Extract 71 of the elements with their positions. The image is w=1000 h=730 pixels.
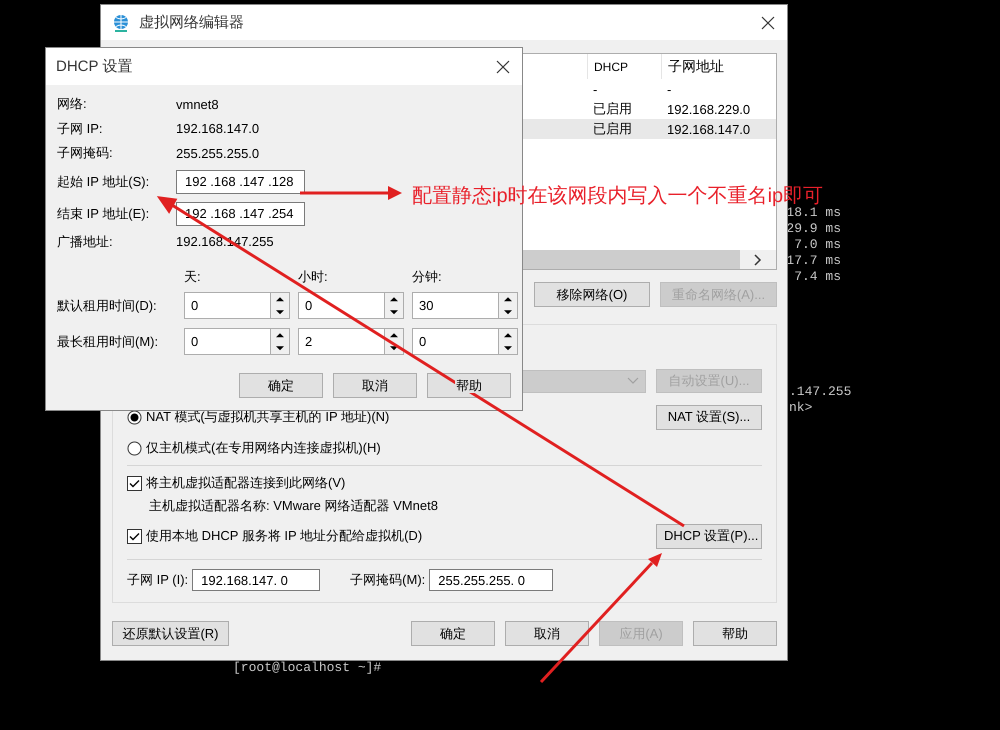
radio-button[interactable] [127, 410, 142, 424]
column-header[interactable]: DHCP [594, 60, 628, 74]
field-value: vmnet8 [176, 96, 219, 112]
number-field[interactable]: 0 [298, 292, 404, 319]
table-cell: - [667, 82, 672, 96]
ip-field[interactable]: 192 .168 .147 .128 [176, 170, 305, 194]
column-label: 分钟: [412, 268, 443, 286]
horizontal-scrollbar[interactable] [521, 250, 776, 269]
table-cell: 已启用 [593, 121, 632, 136]
field-label: 子网掩码(M): [350, 571, 426, 589]
mask-field[interactable]: 255.255.255. 0 [429, 569, 554, 591]
terminal-text: 7.0 ms [794, 237, 841, 253]
table-row[interactable]: - - [521, 79, 776, 99]
number-field[interactable]: 2 [298, 328, 404, 355]
button[interactable]: 取消 [505, 621, 589, 646]
field-label: 网络: [57, 95, 88, 114]
table-cell: 已启用 [593, 101, 632, 116]
column-header[interactable]: 子网地址 [668, 58, 724, 74]
button[interactable]: NAT 设置(S)... [656, 404, 762, 430]
checkbox-label[interactable]: 将主机虚拟适配器连接到此网络(V) [146, 474, 346, 492]
terminal-prompt: [root@localhost ~]# [233, 661, 382, 675]
column-label: 天: [184, 268, 202, 286]
table-cell: 192.168.147.0 [667, 122, 750, 136]
field-label: 默认租用时间(D): [57, 296, 158, 314]
terminal-text: .147.255 [789, 384, 852, 400]
window-title: DHCP 设置 [56, 57, 134, 76]
adapter-name-text: 主机虚拟适配器名称: VMware 网络适配器 VMnet8 [148, 498, 439, 514]
checkbox[interactable] [127, 476, 142, 490]
window-title: 虚拟网络编辑器 [139, 13, 245, 32]
globe-icon [111, 12, 131, 32]
chevron-right-icon[interactable] [754, 254, 762, 266]
field-label: 最长租用时间(M): [57, 332, 160, 350]
button[interactable]: 取消 [333, 373, 417, 398]
terminal-text: 17.7 ms [786, 253, 841, 269]
checkbox-label[interactable]: 使用本地 DHCP 服务将 IP 地址分配给虚拟机(D) [146, 527, 422, 545]
table-cell: - [593, 82, 598, 96]
button[interactable]: 移除网络(O) [534, 282, 650, 307]
button[interactable]: DHCP 设置(P)... [656, 524, 762, 548]
chevron-down-icon [627, 377, 639, 385]
checkbox[interactable] [127, 528, 142, 544]
button[interactable]: 还原默认设置(R) [112, 621, 229, 646]
terminal-text: nk> [789, 400, 812, 416]
table-row[interactable]: 已启用 192.168.229.0 [521, 99, 776, 119]
button[interactable]: 确定 [411, 621, 495, 646]
field-label: 子网 IP (I): [127, 571, 188, 589]
number-field[interactable]: 0 [184, 292, 290, 319]
number-field[interactable]: 30 [412, 292, 518, 319]
radio-label[interactable]: 仅主机模式(在专用网络内连接虚拟机)(H) [146, 439, 381, 457]
radio-button[interactable] [127, 440, 142, 456]
field-label: 子网 IP: [57, 120, 104, 138]
ip-field[interactable]: 192.168.147. 0 [192, 569, 320, 591]
field-label: 广播地址: [57, 232, 114, 251]
table-row[interactable]: 已启用 192.168.147.0 [521, 119, 776, 139]
field-label: 子网掩码: [57, 144, 114, 162]
terminal-text: 29.9 ms [786, 221, 841, 237]
number-field[interactable]: 0 [412, 328, 518, 355]
field-label: 起始 IP 地址(S): [57, 174, 150, 188]
terminal-text: 7.4 ms [794, 269, 841, 285]
button[interactable]: 帮助 [693, 621, 777, 646]
field-label: 结束 IP 地址(E): [57, 206, 150, 220]
button[interactable]: 帮助 [427, 373, 511, 398]
terminal-text: 18.1 ms [786, 205, 841, 221]
close-icon[interactable] [496, 60, 510, 74]
number-field[interactable]: 0 [184, 328, 290, 355]
field-value: 192.168.147.0 [176, 121, 260, 136]
field-value: 255.255.255.0 [176, 146, 260, 161]
radio-label[interactable]: NAT 模式(与虚拟机共享主机的 IP 地址)(N) [146, 408, 390, 426]
column-label: 小时: [298, 268, 329, 286]
button[interactable]: 确定 [239, 373, 323, 398]
close-icon[interactable] [761, 16, 775, 30]
table-cell: 192.168.229.0 [667, 102, 750, 116]
